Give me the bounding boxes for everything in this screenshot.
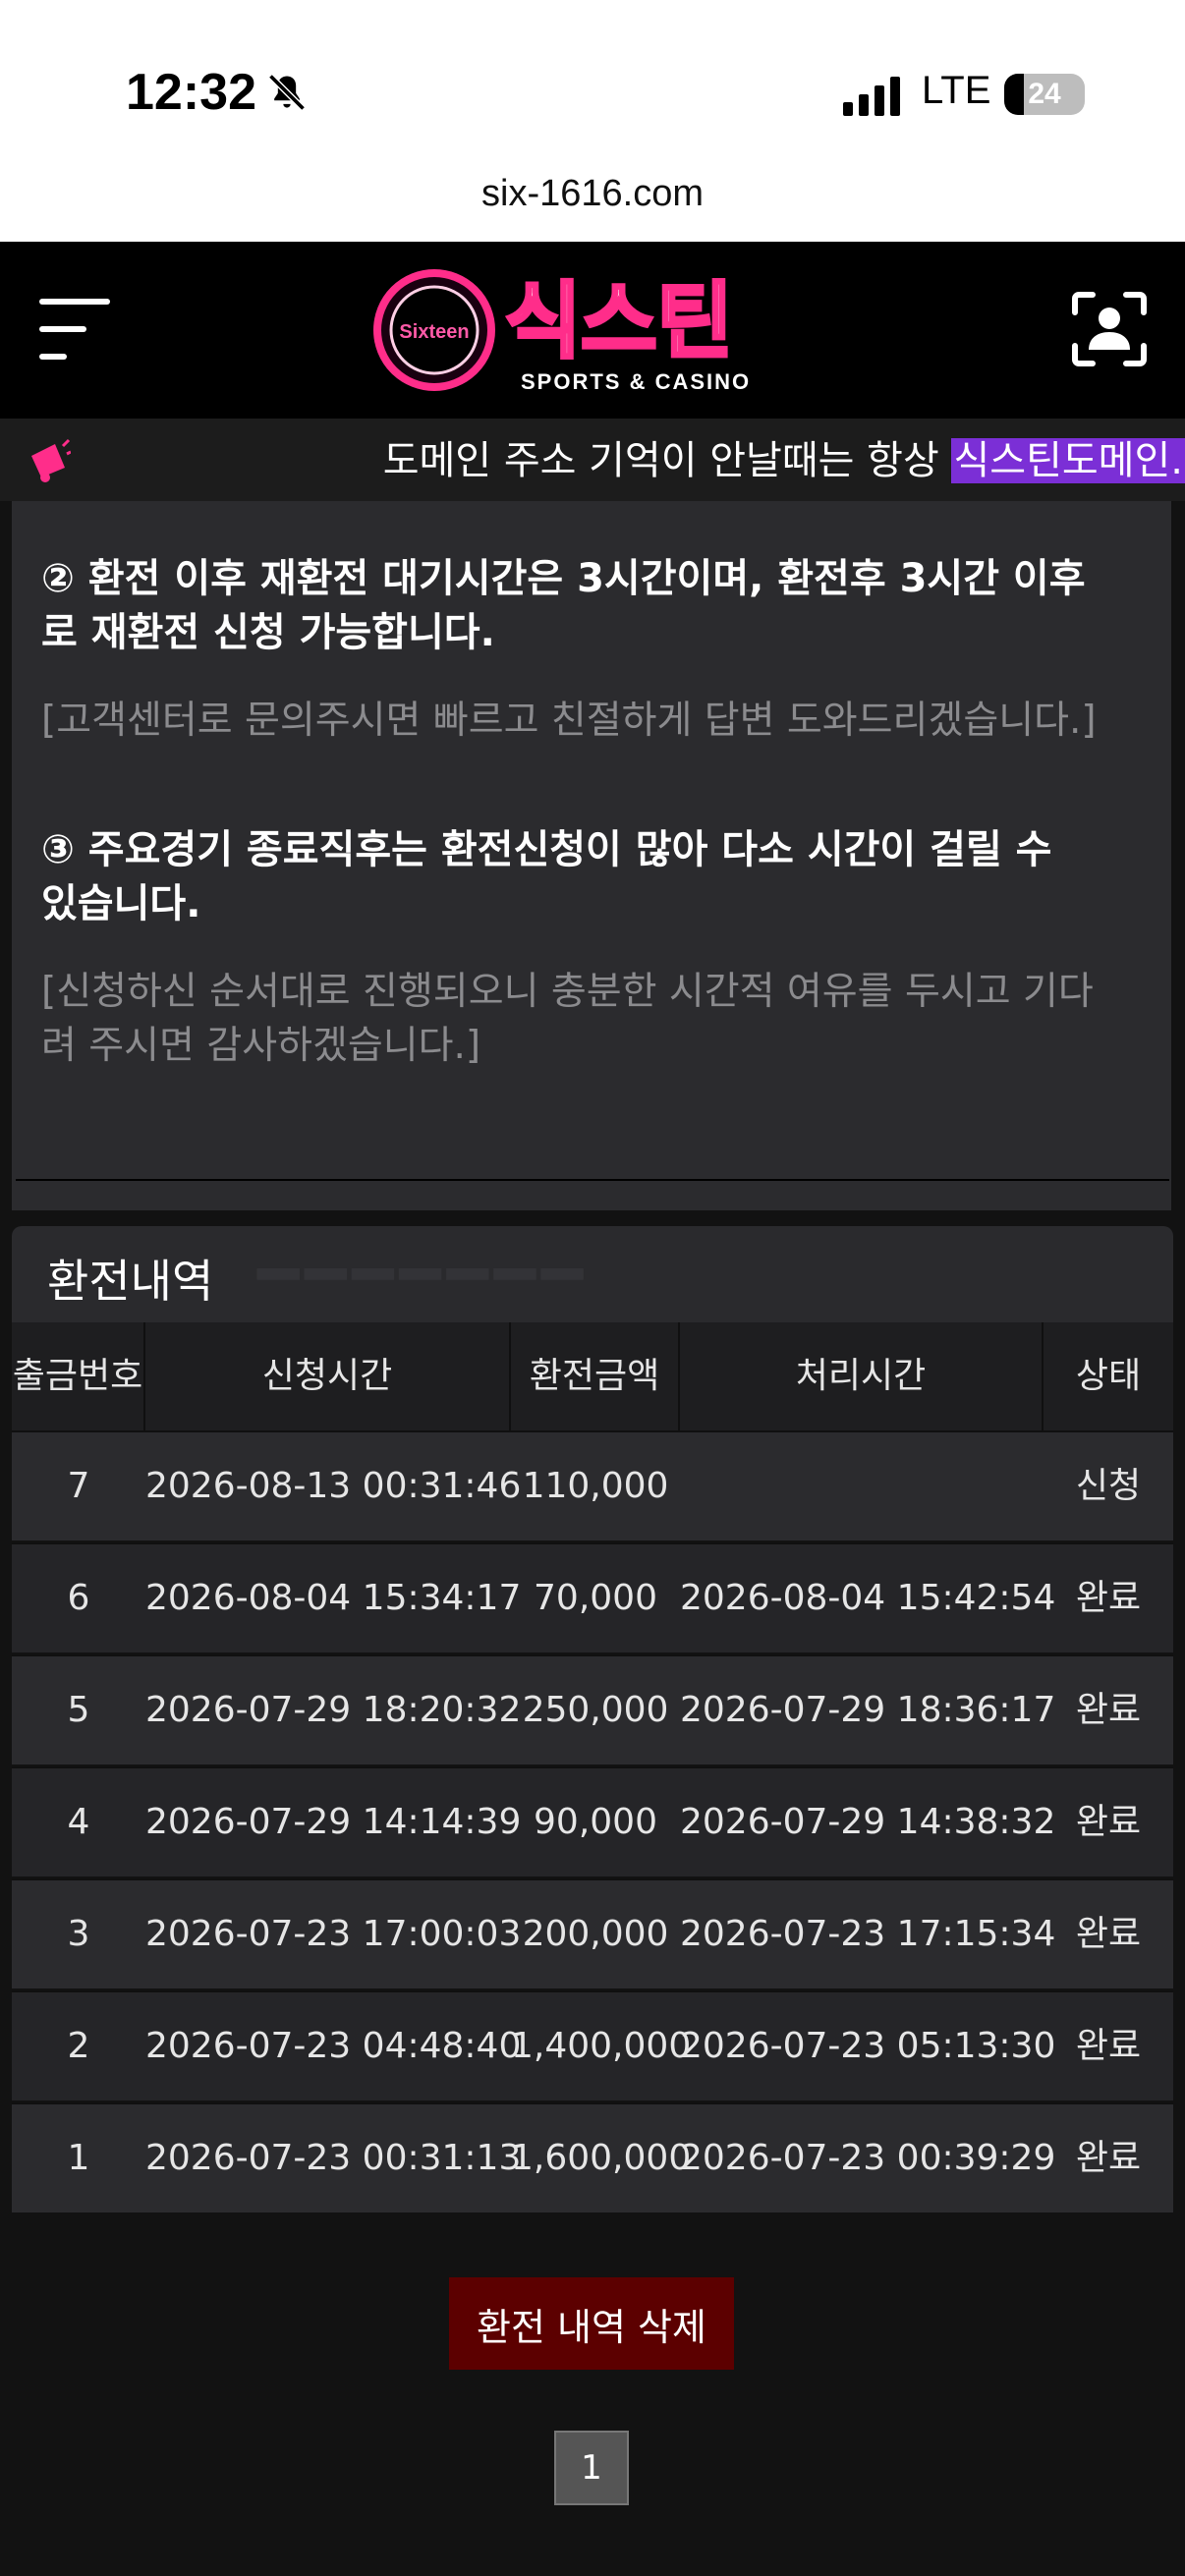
status-bar: 12:32 LTE 24 <box>0 0 1185 157</box>
rule-3-note-line-1: [신청하신 순서대로 진행되오니 충분한 시간적 여유를 두시고 기다 <box>41 970 1094 1014</box>
cell-process-time: 2026-07-23 00:39:29 <box>680 2138 1056 2178</box>
cell-request-time: 2026-08-13 00:31:46 <box>145 1466 522 1506</box>
pagination-page-1[interactable]: 1 <box>554 2431 629 2505</box>
history-title: 환전내역 <box>47 1255 214 1308</box>
site-header: Sixteen 식스틴 SPORTS & CASINO <box>0 242 1185 419</box>
logo-title: 식스틴 <box>505 273 733 369</box>
battery-icon: 24 <box>1004 74 1085 115</box>
cell-process-time: 2026-08-04 15:42:54 <box>680 1578 1056 1618</box>
site-logo[interactable]: Sixteen 식스틴 SPORTS & CASINO <box>373 263 806 401</box>
cell-status: 완료 <box>1075 2138 1142 2178</box>
battery-tip <box>1078 86 1084 102</box>
cell-status: 완료 <box>1075 1914 1142 1954</box>
table-row: 2 2026-07-23 04:48:40 1,400,000 2026-07-23 … <box>12 1990 1173 2100</box>
rule-2-line-2: 로 재환전 신청 가능합니다. <box>41 610 495 655</box>
table-row: 6 2026-08-04 15:34:17 70,000 2026-08-04 15:… <box>12 1542 1173 1652</box>
rule-3-line-2: 있습니다. <box>41 881 201 926</box>
col-amount: 환전금액 <box>511 1322 680 1430</box>
cell-withdraw-no: 6 <box>67 1578 90 1618</box>
table-row: 4 2026-07-29 14:14:39 90,000 2026-07-29 14:… <box>12 1766 1173 1876</box>
table-row: 3 2026-07-23 17:00:03 200,000 2026-07-23 17… <box>12 1878 1173 1988</box>
col-request-time: 신청시간 <box>145 1322 511 1430</box>
cell-request-time: 2026-07-29 14:14:39 <box>145 1802 522 1842</box>
rule-3-line-1: ③ 주요경기 종료직후는 환전신청이 많아 다소 시간이 걸릴 수 <box>41 827 1052 872</box>
rule-3-main: ③ 주요경기 종료직후는 환전신청이 많아 다소 시간이 걸릴 수 있습니다. <box>41 823 1142 931</box>
cell-status: 신청 <box>1075 1466 1142 1506</box>
cell-amount: 110,000 <box>522 1466 669 1506</box>
col-withdraw-no: 출금번호 <box>12 1322 145 1430</box>
cell-withdraw-no: 4 <box>67 1802 90 1842</box>
cell-request-time: 2026-07-23 17:00:03 <box>145 1914 522 1954</box>
cell-status: 완료 <box>1075 1578 1142 1618</box>
notice-marquee: 도메인 주소 기억이 안날때는 항상 식스틴도메인. <box>0 419 1185 501</box>
cell-amount: 200,000 <box>522 1914 669 1954</box>
cell-process-time: 2026-07-29 14:38:32 <box>680 1802 1056 1842</box>
cell-process-time: 2026-07-23 05:13:30 <box>680 2026 1056 2066</box>
cell-status: 완료 <box>1075 1802 1142 1842</box>
battery-level: 24 <box>1028 78 1061 110</box>
cell-amount: 90,000 <box>534 1802 657 1842</box>
signal-icon <box>843 77 900 116</box>
url-text[interactable]: six-1616.com <box>0 173 1185 215</box>
history-title-bar: ━━━━━━━ 환전내역 <box>12 1226 1173 1322</box>
table-row: 5 2026-07-29 18:20:32 250,000 2026-07-29 18… <box>12 1654 1173 1764</box>
cell-withdraw-no: 3 <box>67 1914 90 1954</box>
rule-3-note: [신청하신 순서대로 진행되오니 충분한 시간적 여유를 두시고 기다 려 주시… <box>41 965 1152 1073</box>
divider <box>16 1179 1169 1181</box>
bell-slash-icon <box>268 74 306 111</box>
cell-status: 완료 <box>1075 2026 1142 2066</box>
table-header: 출금번호 신청시간 환전금액 처리시간 상태 <box>12 1322 1173 1430</box>
cell-status: 완료 <box>1075 1690 1142 1730</box>
network-type: LTE <box>922 69 991 112</box>
notice-message: 도메인 주소 기억이 안날때는 항상 <box>382 438 952 483</box>
table-row: 1 2026-07-23 00:31:13 1,600,000 2026-07-23 … <box>12 2102 1173 2212</box>
cell-process-time <box>680 1432 1044 1540</box>
menu-icon[interactable] <box>39 297 110 362</box>
notice-domain-highlight[interactable]: 식스틴도메인. <box>951 438 1185 483</box>
cell-withdraw-no: 2 <box>67 2026 90 2066</box>
rule-2-main: ② 환전 이후 재환전 대기시간은 3시간이며, 환전후 3시간 이후 로 재환… <box>41 552 1142 660</box>
watermark: ━━━━━━━ <box>257 1234 590 1315</box>
cell-amount: 70,000 <box>534 1578 657 1618</box>
cell-withdraw-no: 7 <box>67 1466 90 1506</box>
notice-icon <box>26 438 71 483</box>
rule-2-note: [고객센터로 문의주시면 빠르고 친절하게 답변 도와드리겠습니다.] <box>41 699 1097 743</box>
status-time: 12:32 <box>126 64 256 121</box>
notice-text: 도메인 주소 기억이 안날때는 항상 식스틴도메인. <box>383 428 1185 485</box>
cell-amount: 1,600,000 <box>511 2138 692 2178</box>
table-row: 7 2026-08-13 00:31:46 110,000 신청 <box>12 1430 1173 1540</box>
cell-process-time: 2026-07-29 18:36:17 <box>680 1690 1056 1730</box>
cell-withdraw-no: 1 <box>67 2138 90 2178</box>
cell-request-time: 2026-07-29 18:20:32 <box>145 1690 522 1730</box>
user-scan-icon[interactable] <box>1071 291 1148 367</box>
cell-request-time: 2026-07-23 00:31:13 <box>145 2138 522 2178</box>
col-process-time: 처리시간 <box>680 1322 1044 1430</box>
logo-subtitle: SPORTS & CASINO <box>521 369 751 394</box>
cell-amount: 1,400,000 <box>511 2026 692 2066</box>
cell-amount: 250,000 <box>522 1690 669 1730</box>
rule-3-note-line-2: 려 주시면 감사하겠습니다.] <box>41 1024 481 1068</box>
cell-request-time: 2026-08-04 15:34:17 <box>145 1578 522 1618</box>
logo-badge-text: Sixteen <box>399 321 469 343</box>
cell-request-time: 2026-07-23 04:48:40 <box>145 2026 522 2066</box>
cell-process-time: 2026-07-23 17:15:34 <box>680 1914 1056 1954</box>
col-status: 상태 <box>1075 1356 1142 1396</box>
delete-history-button[interactable]: 환전 내역 삭제 <box>449 2277 734 2370</box>
cell-withdraw-no: 5 <box>67 1690 90 1730</box>
rule-2-line-1: ② 환전 이후 재환전 대기시간은 3시간이며, 환전후 3시간 이후 <box>41 556 1086 601</box>
